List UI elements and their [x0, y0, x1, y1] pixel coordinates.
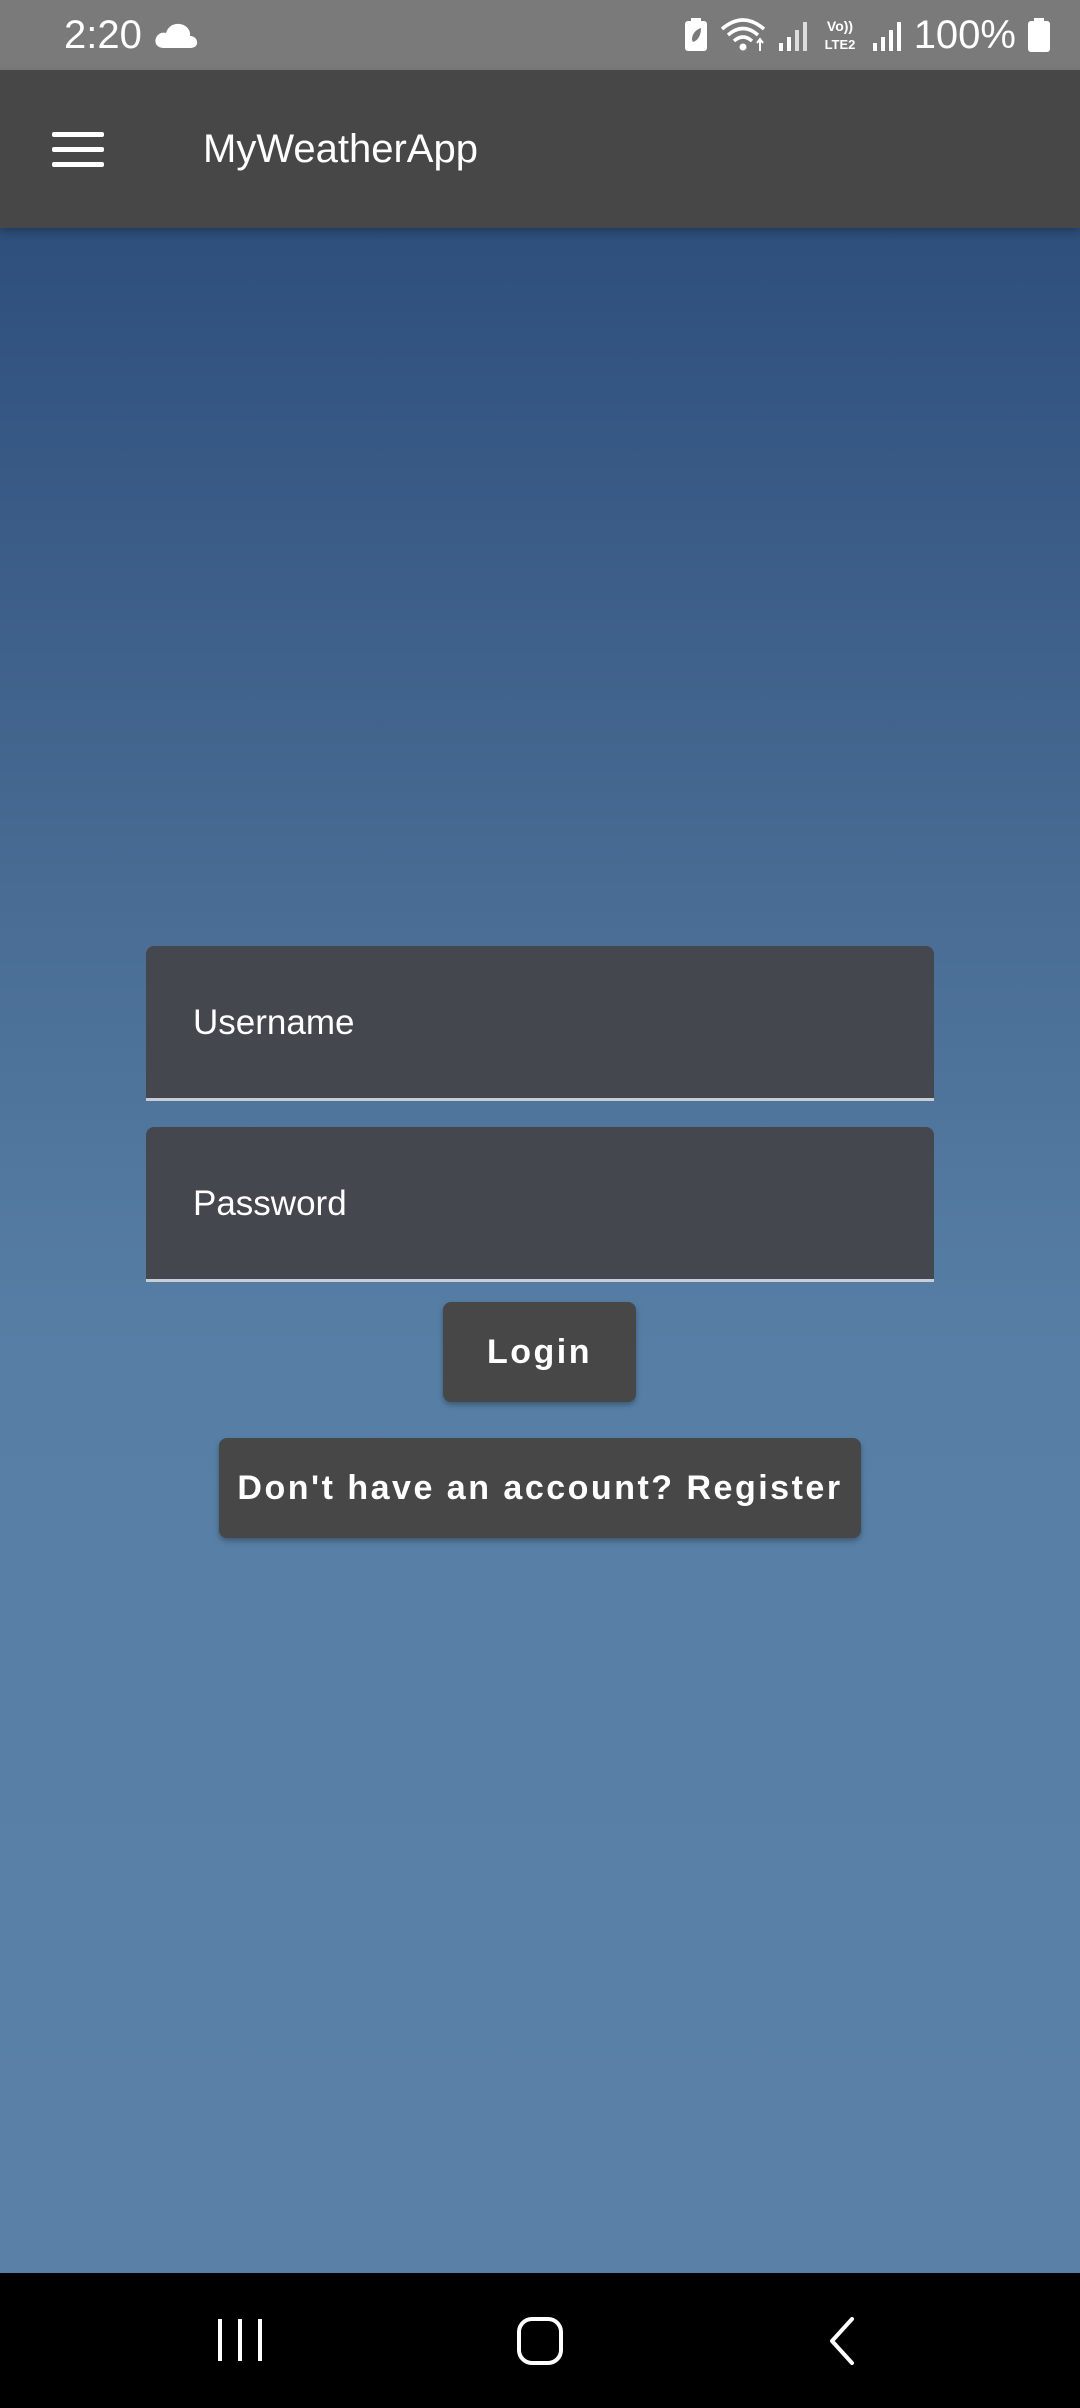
back-icon[interactable]: [818, 2315, 868, 2367]
cloud-icon: [155, 23, 198, 48]
app-title: MyWeatherApp: [203, 127, 478, 171]
battery-percentage: 100%: [913, 13, 1016, 57]
app-bar: MyWeatherApp: [0, 70, 1080, 228]
wifi-icon: [720, 18, 765, 51]
menu-bar-line: [52, 131, 104, 137]
home-icon[interactable]: [510, 2313, 570, 2369]
username-input[interactable]: [191, 946, 895, 1100]
volte-label: Vo)): [827, 18, 853, 34]
login-button[interactable]: Login: [443, 1302, 636, 1402]
battery-icon: [1028, 18, 1050, 52]
lte2-label: LTE2: [824, 37, 855, 52]
recents-icon[interactable]: [210, 2315, 270, 2365]
signal-icon: [872, 22, 901, 51]
login-screen: [0, 228, 1080, 2273]
battery-saver-icon: [684, 18, 707, 51]
volte-lte2-icon: Vo)) LTE2: [824, 18, 855, 52]
password-input[interactable]: [191, 1127, 895, 1281]
status-time: 2:20: [64, 13, 142, 57]
hamburger-menu-icon[interactable]: [38, 114, 118, 184]
username-field[interactable]: [146, 946, 934, 1101]
menu-bar-line: [52, 161, 104, 167]
navigation-bar: [0, 2273, 1080, 2408]
menu-bar-line: [52, 146, 104, 152]
status-bar: 2:20 Vo)) LTE2 100%: [0, 0, 1080, 70]
register-button[interactable]: Don't have an account? Register: [219, 1438, 861, 1538]
password-field[interactable]: [146, 1127, 934, 1282]
status-icons: Vo)) LTE2 100%: [684, 10, 1050, 60]
signal-icon: [778, 22, 807, 51]
